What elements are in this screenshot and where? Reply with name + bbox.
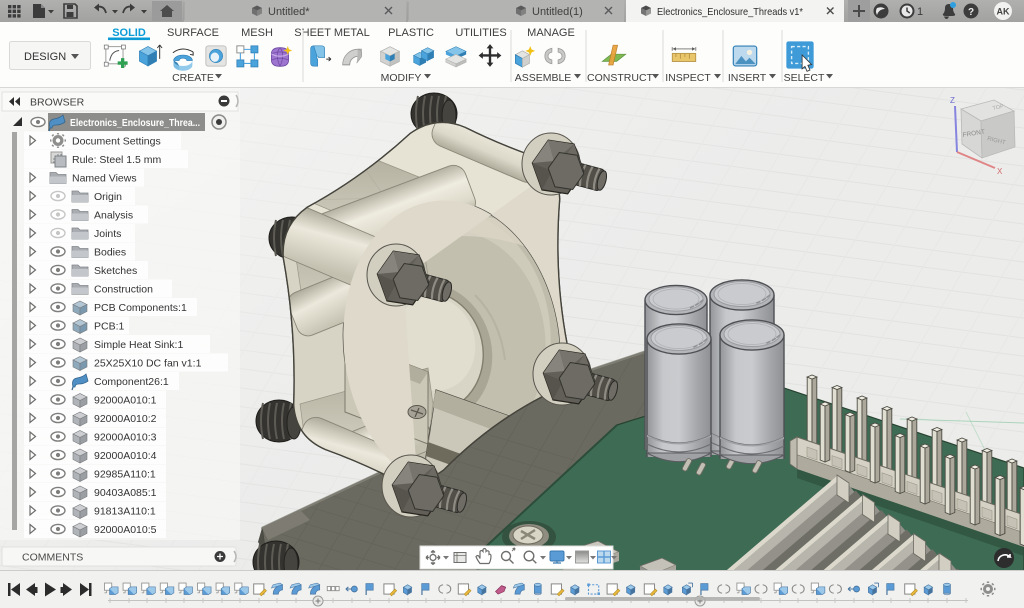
svg-text:Untitled*: Untitled* (268, 6, 310, 18)
svg-text:Construction: Construction (94, 283, 153, 295)
svg-text:DESIGN: DESIGN (24, 51, 66, 63)
svg-text:92000A010:2: 92000A010:2 (94, 413, 157, 425)
svg-text:Z: Z (950, 96, 955, 105)
svg-text:CONSTRUCT: CONSTRUCT (587, 72, 653, 84)
svg-text:Electronics_Enclosure_Threads: Electronics_Enclosure_Threads v1* (657, 6, 803, 18)
svg-text:SOLID: SOLID (112, 27, 146, 39)
svg-text:1: 1 (917, 6, 923, 18)
svg-text:PLASTIC: PLASTIC (388, 27, 434, 39)
svg-text:92000A010:5: 92000A010:5 (94, 524, 157, 536)
svg-text:PCB Components:1: PCB Components:1 (94, 302, 187, 314)
svg-text:92985A110:1: 92985A110:1 (94, 468, 156, 480)
svg-text:CREATE: CREATE (172, 72, 214, 84)
svg-text:X: X (997, 167, 1003, 176)
svg-text:Named Views: Named Views (72, 172, 137, 184)
svg-text:SELECT: SELECT (784, 72, 825, 84)
svg-text:91813A110:1: 91813A110:1 (94, 505, 156, 517)
svg-text:INSERT: INSERT (728, 72, 767, 84)
svg-text:Document Settings: Document Settings (72, 135, 161, 147)
svg-text:PCB:1: PCB:1 (94, 320, 125, 332)
svg-text:COMMENTS: COMMENTS (22, 552, 83, 564)
svg-text:BROWSER: BROWSER (30, 97, 85, 109)
svg-text:ASSEMBLE: ASSEMBLE (515, 72, 572, 84)
svg-text:Component26:1: Component26:1 (94, 376, 169, 388)
svg-text:Joints: Joints (94, 228, 121, 240)
svg-text:Rule: Steel 1.5 mm: Rule: Steel 1.5 mm (72, 154, 162, 166)
svg-text:92000A010:1: 92000A010:1 (94, 394, 157, 406)
svg-text:?: ? (968, 7, 974, 18)
svg-text:90403A085:1: 90403A085:1 (94, 487, 157, 499)
svg-text:Electronics_Enclosure_Threa...: Electronics_Enclosure_Threa... (70, 117, 200, 129)
svg-text:Bodies: Bodies (94, 246, 126, 258)
svg-text:Untitled(1): Untitled(1) (532, 6, 583, 18)
svg-text:MODIFY: MODIFY (381, 72, 422, 84)
svg-text:Origin: Origin (94, 191, 122, 203)
svg-text:UTILITIES: UTILITIES (455, 27, 506, 39)
svg-text:SURFACE: SURFACE (167, 27, 219, 39)
svg-text:92000A010:4: 92000A010:4 (94, 450, 157, 462)
svg-text:MANAGE: MANAGE (527, 27, 575, 39)
svg-text:INSPECT: INSPECT (665, 72, 711, 84)
svg-text:Sketches: Sketches (94, 265, 137, 277)
svg-text:AK: AK (997, 7, 1010, 17)
svg-text:MESH: MESH (241, 27, 273, 39)
svg-text:SHEET METAL: SHEET METAL (294, 27, 369, 39)
svg-text:Analysis: Analysis (94, 209, 133, 221)
svg-text:Simple Heat Sink:1: Simple Heat Sink:1 (94, 339, 183, 351)
svg-text:92000A010:3: 92000A010:3 (94, 431, 157, 443)
svg-text:25X25X10 DC fan v1:1: 25X25X10 DC fan v1:1 (94, 357, 202, 369)
